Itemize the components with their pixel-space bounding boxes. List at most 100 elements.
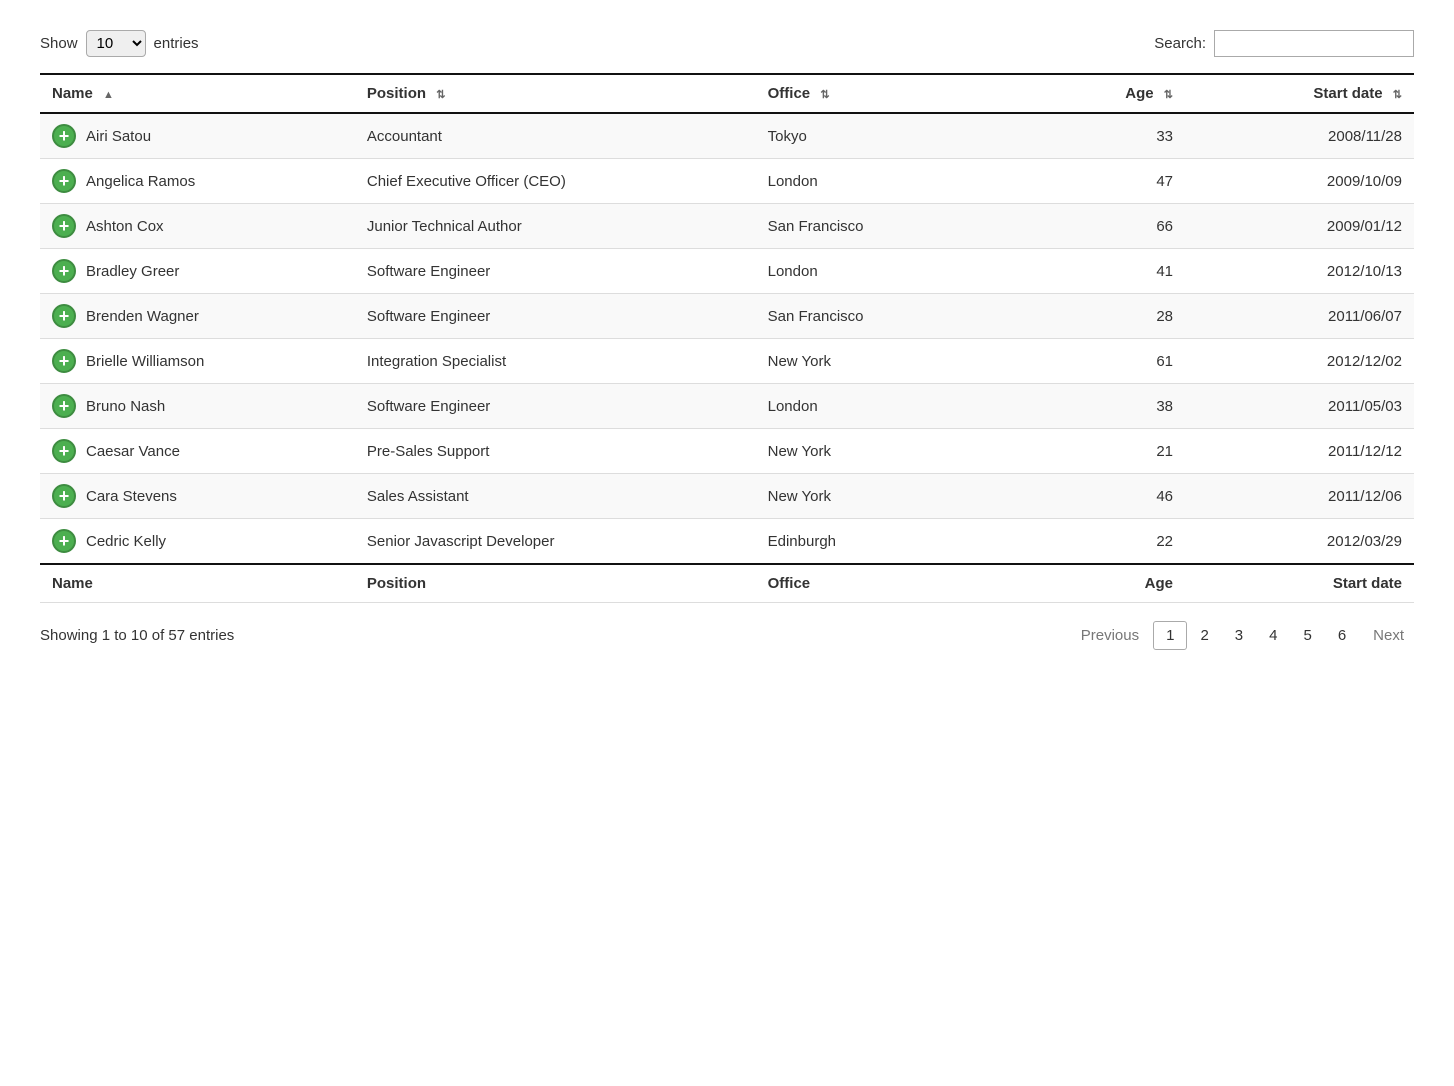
page-button-4[interactable]: 4 (1256, 621, 1290, 650)
col-header-startdate[interactable]: Start date ⇅ (1185, 74, 1414, 113)
footer-col-position: Position (355, 564, 756, 603)
position-sort-icon: ⇅ (436, 88, 445, 101)
expand-icon[interactable]: + (52, 124, 76, 148)
position-cell: Software Engineer (355, 384, 756, 429)
table-header: Name ▲ Position ⇅ Office ⇅ Age ⇅ Start d… (40, 74, 1414, 113)
age-cell: 46 (1042, 474, 1185, 519)
table-row: + Ashton Cox Junior Technical AuthorSan … (40, 204, 1414, 249)
startdate-cell: 2011/12/12 (1185, 429, 1414, 474)
col-header-age[interactable]: Age ⇅ (1042, 74, 1185, 113)
table-row: + Caesar Vance Pre-Sales SupportNew York… (40, 429, 1414, 474)
entries-select[interactable]: 102550100 (86, 30, 146, 57)
office-cell: New York (756, 339, 1042, 384)
previous-button[interactable]: Previous (1071, 622, 1149, 649)
name-value: Brielle Williamson (86, 353, 204, 370)
office-cell: London (756, 384, 1042, 429)
age-cell: 47 (1042, 159, 1185, 204)
startdate-cell: 2012/10/13 (1185, 249, 1414, 294)
page-button-5[interactable]: 5 (1290, 621, 1324, 650)
startdate-cell: 2008/11/28 (1185, 113, 1414, 159)
age-cell: 28 (1042, 294, 1185, 339)
position-cell: Senior Javascript Developer (355, 519, 756, 565)
expand-icon[interactable]: + (52, 259, 76, 283)
name-value: Bruno Nash (86, 398, 165, 415)
table-row: + Angelica Ramos Chief Executive Officer… (40, 159, 1414, 204)
name-cell: + Angelica Ramos (40, 159, 355, 204)
name-cell: + Caesar Vance (40, 429, 355, 474)
search-input[interactable] (1214, 30, 1414, 57)
expand-icon[interactable]: + (52, 304, 76, 328)
data-table: Name ▲ Position ⇅ Office ⇅ Age ⇅ Start d… (40, 73, 1414, 603)
startdate-cell: 2011/12/06 (1185, 474, 1414, 519)
name-cell: + Ashton Cox (40, 204, 355, 249)
name-cell: + Cara Stevens (40, 474, 355, 519)
page-button-3[interactable]: 3 (1222, 621, 1256, 650)
startdate-cell: 2012/12/02 (1185, 339, 1414, 384)
page-button-1[interactable]: 1 (1153, 621, 1187, 650)
expand-icon[interactable]: + (52, 394, 76, 418)
age-cell: 21 (1042, 429, 1185, 474)
office-cell: San Francisco (756, 204, 1042, 249)
table-footer: Name Position Office Age Start date (40, 564, 1414, 603)
name-cell: + Cedric Kelly (40, 519, 355, 565)
age-cell: 66 (1042, 204, 1185, 249)
table-row: + Airi Satou AccountantTokyo332008/11/28 (40, 113, 1414, 159)
page-button-2[interactable]: 2 (1187, 621, 1221, 650)
table-row: + Brielle Williamson Integration Special… (40, 339, 1414, 384)
startdate-cell: 2011/05/03 (1185, 384, 1414, 429)
expand-icon[interactable]: + (52, 349, 76, 373)
name-value: Cedric Kelly (86, 533, 166, 550)
position-cell: Pre-Sales Support (355, 429, 756, 474)
name-cell: + Bruno Nash (40, 384, 355, 429)
name-cell: + Brenden Wagner (40, 294, 355, 339)
name-cell: + Brielle Williamson (40, 339, 355, 384)
position-cell: Software Engineer (355, 249, 756, 294)
office-cell: New York (756, 429, 1042, 474)
office-cell: Tokyo (756, 113, 1042, 159)
startdate-cell: 2009/01/12 (1185, 204, 1414, 249)
show-entries-control: Show 102550100 entries (40, 30, 199, 57)
name-cell: + Airi Satou (40, 113, 355, 159)
header-row: Name ▲ Position ⇅ Office ⇅ Age ⇅ Start d… (40, 74, 1414, 113)
table-row: + Cara Stevens Sales AssistantNew York46… (40, 474, 1414, 519)
expand-icon[interactable]: + (52, 169, 76, 193)
showing-info: Showing 1 to 10 of 57 entries (40, 627, 234, 644)
office-cell: San Francisco (756, 294, 1042, 339)
office-cell: London (756, 159, 1042, 204)
name-value: Ashton Cox (86, 218, 164, 235)
expand-icon[interactable]: + (52, 529, 76, 553)
age-cell: 33 (1042, 113, 1185, 159)
expand-icon[interactable]: + (52, 484, 76, 508)
table-body: + Airi Satou AccountantTokyo332008/11/28… (40, 113, 1414, 564)
name-value: Airi Satou (86, 128, 151, 145)
office-cell: New York (756, 474, 1042, 519)
search-label: Search: (1154, 35, 1206, 52)
search-control: Search: (1154, 30, 1414, 57)
next-button[interactable]: Next (1363, 622, 1414, 649)
name-cell: + Bradley Greer (40, 249, 355, 294)
expand-icon[interactable]: + (52, 214, 76, 238)
startdate-cell: 2009/10/09 (1185, 159, 1414, 204)
footer-col-age: Age (1042, 564, 1185, 603)
position-cell: Integration Specialist (355, 339, 756, 384)
age-cell: 38 (1042, 384, 1185, 429)
name-value: Bradley Greer (86, 263, 179, 280)
age-cell: 61 (1042, 339, 1185, 384)
page-button-6[interactable]: 6 (1325, 621, 1359, 650)
page-buttons: 123456 (1153, 621, 1359, 650)
position-cell: Junior Technical Author (355, 204, 756, 249)
footer-row: Name Position Office Age Start date (40, 564, 1414, 603)
name-value: Angelica Ramos (86, 173, 195, 190)
startdate-sort-icon: ⇅ (1393, 88, 1402, 101)
age-cell: 41 (1042, 249, 1185, 294)
col-header-name[interactable]: Name ▲ (40, 74, 355, 113)
table-row: + Cedric Kelly Senior Javascript Develop… (40, 519, 1414, 565)
age-sort-icon: ⇅ (1164, 88, 1173, 101)
bottom-controls: Showing 1 to 10 of 57 entries Previous 1… (40, 621, 1414, 650)
col-header-office[interactable]: Office ⇅ (756, 74, 1042, 113)
top-controls: Show 102550100 entries Search: (40, 30, 1414, 57)
expand-icon[interactable]: + (52, 439, 76, 463)
col-header-position[interactable]: Position ⇅ (355, 74, 756, 113)
name-sort-icon: ▲ (103, 89, 114, 101)
position-cell: Chief Executive Officer (CEO) (355, 159, 756, 204)
